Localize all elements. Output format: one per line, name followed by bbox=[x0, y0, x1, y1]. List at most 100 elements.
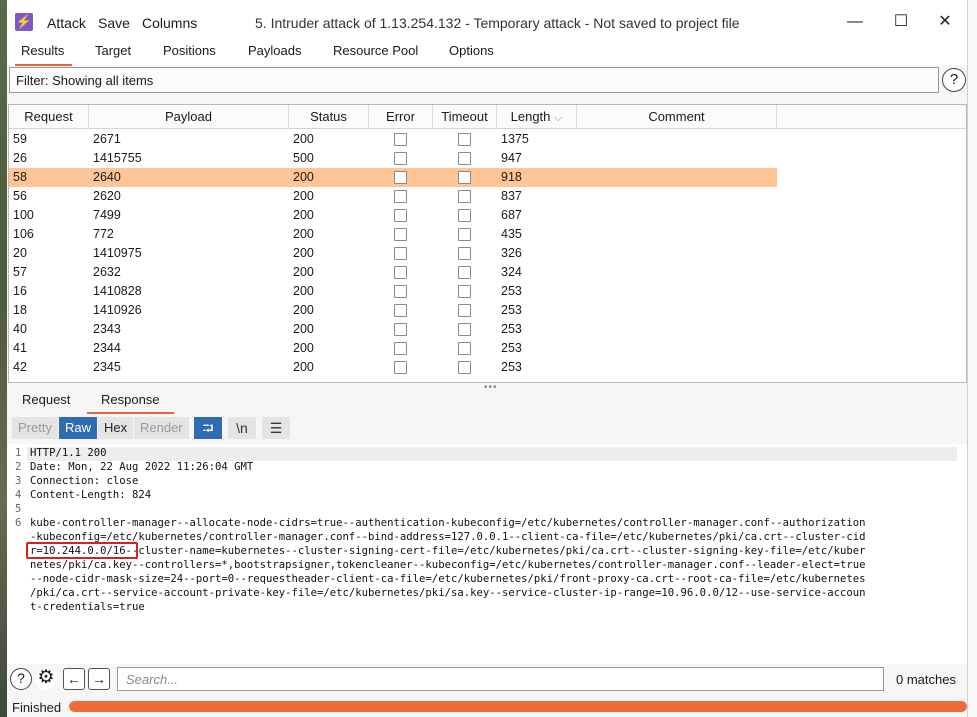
table-row[interactable]: 57 2632 200 324 bbox=[9, 263, 777, 282]
timeout-checkbox[interactable] bbox=[458, 361, 471, 374]
cell-request: 42 bbox=[13, 360, 27, 374]
table-row-selected[interactable]: 58 2640 200 918 bbox=[9, 168, 777, 187]
tab-request[interactable]: Request bbox=[22, 392, 70, 407]
search-input[interactable]: Search... bbox=[117, 667, 884, 691]
column-header-length[interactable]: Length ⌵ bbox=[497, 105, 577, 129]
message-tab-bar: Request Response bbox=[7, 388, 967, 414]
wrap-lines-icon[interactable]: ⮒ bbox=[194, 417, 222, 439]
timeout-checkbox[interactable] bbox=[458, 171, 471, 184]
table-row[interactable]: 100 7499 200 687 bbox=[9, 206, 777, 225]
timeout-checkbox[interactable] bbox=[458, 152, 471, 165]
column-header-comment[interactable]: Comment bbox=[577, 105, 777, 129]
line-number: 6 bbox=[15, 517, 22, 529]
menu-attack[interactable]: Attack bbox=[47, 15, 86, 31]
view-pretty-button[interactable]: Pretty bbox=[12, 417, 58, 439]
menu-icon[interactable]: ☰ bbox=[262, 417, 290, 439]
table-row[interactable]: 16 1410828 200 253 bbox=[9, 282, 777, 301]
timeout-checkbox[interactable] bbox=[458, 133, 471, 146]
cell-status: 200 bbox=[293, 208, 314, 222]
tab-resource-pool[interactable]: Resource Pool bbox=[333, 43, 418, 58]
view-hex-button[interactable]: Hex bbox=[98, 417, 134, 439]
close-icon[interactable]: ✕ bbox=[935, 12, 955, 32]
response-body-line: kube-controller-manager--allocate-node-c… bbox=[30, 517, 866, 529]
error-checkbox[interactable] bbox=[394, 285, 407, 298]
error-checkbox[interactable] bbox=[394, 304, 407, 317]
newline-icon[interactable]: \n bbox=[228, 417, 256, 439]
cell-status: 200 bbox=[293, 284, 314, 298]
tab-response[interactable]: Response bbox=[87, 392, 174, 414]
tab-positions[interactable]: Positions bbox=[163, 43, 216, 58]
column-header-error[interactable]: Error bbox=[369, 105, 433, 129]
view-raw-button[interactable]: Raw bbox=[59, 417, 98, 439]
help-icon[interactable]: ? bbox=[942, 68, 966, 92]
error-checkbox[interactable] bbox=[394, 266, 407, 279]
line-number: 3 bbox=[15, 475, 22, 487]
view-render-button[interactable]: Render bbox=[134, 417, 189, 439]
table-row[interactable]: 42 2345 200 253 bbox=[9, 358, 777, 377]
cell-request: 56 bbox=[13, 189, 27, 203]
timeout-checkbox[interactable] bbox=[458, 247, 471, 260]
filter-bar[interactable]: Filter: Showing all items bbox=[9, 67, 939, 93]
tab-target[interactable]: Target bbox=[95, 43, 131, 58]
timeout-checkbox[interactable] bbox=[458, 323, 471, 336]
timeout-checkbox[interactable] bbox=[458, 266, 471, 279]
tab-results[interactable]: Results bbox=[15, 43, 73, 66]
table-row[interactable]: 26 1415755 500 947 bbox=[9, 149, 777, 168]
column-header-request[interactable]: Request bbox=[9, 105, 89, 129]
arrow-left-icon[interactable]: ← bbox=[63, 668, 85, 690]
error-checkbox[interactable] bbox=[394, 171, 407, 184]
maximize-icon[interactable]: ☐ bbox=[891, 12, 911, 32]
table-row[interactable]: 59 2671 200 1375 bbox=[9, 130, 777, 149]
cell-payload: 772 bbox=[93, 227, 114, 241]
cell-request: 58 bbox=[13, 170, 27, 184]
menu-columns[interactable]: Columns bbox=[142, 15, 197, 31]
arrow-right-icon[interactable]: → bbox=[88, 668, 110, 690]
error-checkbox[interactable] bbox=[394, 342, 407, 355]
error-checkbox[interactable] bbox=[394, 209, 407, 222]
error-checkbox[interactable] bbox=[394, 228, 407, 241]
error-checkbox[interactable] bbox=[394, 133, 407, 146]
cell-length: 253 bbox=[501, 360, 522, 374]
cell-status: 200 bbox=[293, 227, 314, 241]
tab-options[interactable]: Options bbox=[449, 43, 494, 58]
response-editor[interactable]: 1 2 3 4 5 6 HTTP/1.1 200 Date: Mon, 22 A… bbox=[7, 444, 967, 664]
table-row[interactable]: 56 2620 200 837 bbox=[9, 187, 777, 206]
table-row[interactable]: 41 2344 200 253 bbox=[9, 339, 777, 358]
response-body-line: --node-cidr-mask-size=24--port=0--reques… bbox=[30, 573, 866, 585]
column-header-payload[interactable]: Payload bbox=[89, 105, 289, 129]
cell-status: 200 bbox=[293, 132, 314, 146]
cell-length: 253 bbox=[501, 341, 522, 355]
tab-payloads[interactable]: Payloads bbox=[248, 43, 301, 58]
column-header-timeout[interactable]: Timeout bbox=[433, 105, 497, 129]
timeout-checkbox[interactable] bbox=[458, 342, 471, 355]
timeout-checkbox[interactable] bbox=[458, 228, 471, 241]
burp-app-icon: ⚡ bbox=[15, 13, 33, 31]
help-icon[interactable]: ? bbox=[10, 668, 32, 690]
table-row[interactable]: 18 1410926 200 253 bbox=[9, 301, 777, 320]
menu-save[interactable]: Save bbox=[98, 15, 130, 31]
cell-status: 200 bbox=[293, 246, 314, 260]
error-checkbox[interactable] bbox=[394, 323, 407, 336]
cell-request: 16 bbox=[13, 284, 27, 298]
table-row[interactable]: 106 772 200 435 bbox=[9, 225, 777, 244]
timeout-checkbox[interactable] bbox=[458, 285, 471, 298]
column-header-status[interactable]: Status bbox=[289, 105, 369, 129]
message-view-toolbar: Pretty Raw Hex Render ⮒ \n ☰ bbox=[7, 417, 967, 441]
gear-icon[interactable]: ⚙ bbox=[35, 668, 57, 690]
cell-status: 200 bbox=[293, 189, 314, 203]
error-checkbox[interactable] bbox=[394, 361, 407, 374]
timeout-checkbox[interactable] bbox=[458, 304, 471, 317]
timeout-checkbox[interactable] bbox=[458, 209, 471, 222]
error-checkbox[interactable] bbox=[394, 152, 407, 165]
cell-status: 200 bbox=[293, 360, 314, 374]
cell-length: 687 bbox=[501, 208, 522, 222]
minimize-icon[interactable]: — bbox=[845, 12, 865, 32]
error-checkbox[interactable] bbox=[394, 190, 407, 203]
status-bar: Finished bbox=[7, 698, 967, 717]
search-bar: ? ⚙ ← → Search... 0 matches bbox=[7, 665, 967, 695]
table-row[interactable]: 40 2343 200 253 bbox=[9, 320, 777, 339]
table-row[interactable]: 20 1410975 200 326 bbox=[9, 244, 777, 263]
main-tab-bar: Results Target Positions Payloads Resour… bbox=[7, 37, 967, 66]
error-checkbox[interactable] bbox=[394, 247, 407, 260]
timeout-checkbox[interactable] bbox=[458, 190, 471, 203]
